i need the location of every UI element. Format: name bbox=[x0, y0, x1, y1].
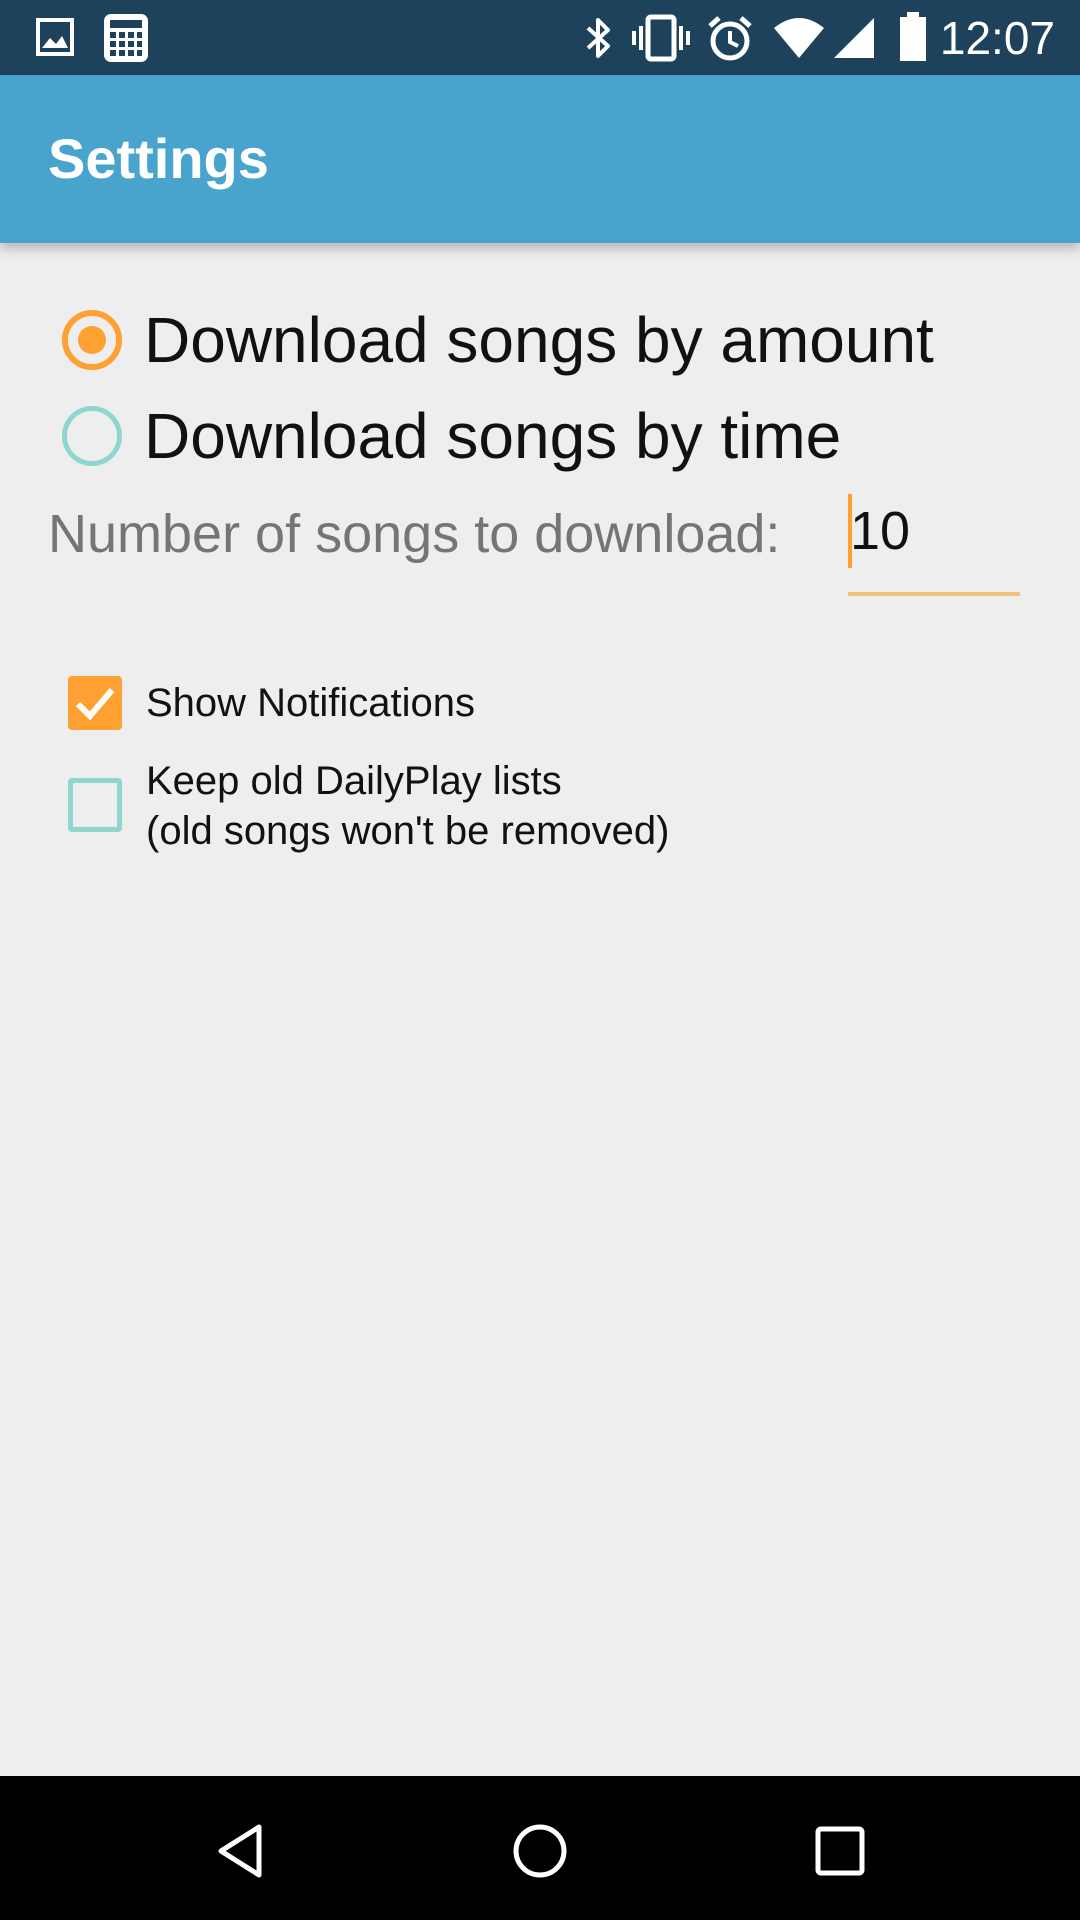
page-title: Settings bbox=[48, 127, 269, 190]
input-underline bbox=[848, 592, 1020, 596]
keep-old-lists-label: Keep old DailyPlay lists (old songs won'… bbox=[146, 756, 669, 856]
checkmark-icon bbox=[75, 688, 115, 721]
alarm-icon bbox=[708, 16, 752, 61]
radio-download-by-amount[interactable]: Download songs by amount bbox=[62, 300, 1022, 380]
signal-icon bbox=[834, 18, 874, 58]
recents-icon bbox=[815, 1826, 865, 1876]
bluetooth-icon bbox=[586, 18, 610, 58]
keep-old-lists-option[interactable]: Keep old DailyPlay lists (old songs won'… bbox=[68, 756, 1008, 856]
wifi-icon bbox=[774, 18, 824, 58]
keep-old-lists-checkbox[interactable] bbox=[68, 778, 122, 832]
radio-label: Download songs by amount bbox=[144, 304, 934, 376]
calculator-icon bbox=[104, 14, 148, 62]
status-bar: 12:07 bbox=[0, 0, 1080, 75]
back-icon bbox=[218, 1824, 262, 1878]
home-icon bbox=[513, 1824, 567, 1878]
song-count-value: 10 bbox=[850, 501, 911, 561]
vibrate-icon bbox=[632, 14, 690, 62]
battery-icon bbox=[900, 12, 926, 61]
radio-button-unchecked[interactable] bbox=[62, 406, 122, 466]
radio-download-by-time[interactable]: Download songs by time bbox=[62, 396, 1022, 476]
radio-button-checked[interactable] bbox=[62, 310, 122, 370]
radio-label: Download songs by time bbox=[144, 400, 842, 472]
song-count-input[interactable]: 10 bbox=[848, 494, 1020, 596]
app-bar: Settings bbox=[0, 75, 1080, 243]
status-clock: 12:07 bbox=[939, 12, 1055, 64]
show-notifications-checkbox[interactable] bbox=[68, 676, 122, 730]
song-count-label: Number of songs to download: bbox=[48, 504, 781, 564]
recents-button[interactable] bbox=[795, 1806, 885, 1896]
show-notifications-label: Show Notifications bbox=[146, 681, 476, 725]
keep-old-lists-label-line2: (old songs won't be removed) bbox=[146, 809, 670, 853]
navigation-bar bbox=[0, 1776, 1080, 1920]
home-button[interactable] bbox=[495, 1806, 585, 1896]
back-button[interactable] bbox=[196, 1806, 286, 1896]
keep-old-lists-label-line1: Keep old DailyPlay lists bbox=[146, 759, 562, 803]
image-icon bbox=[36, 18, 74, 56]
show-notifications-option[interactable]: Show Notifications bbox=[68, 676, 1008, 730]
